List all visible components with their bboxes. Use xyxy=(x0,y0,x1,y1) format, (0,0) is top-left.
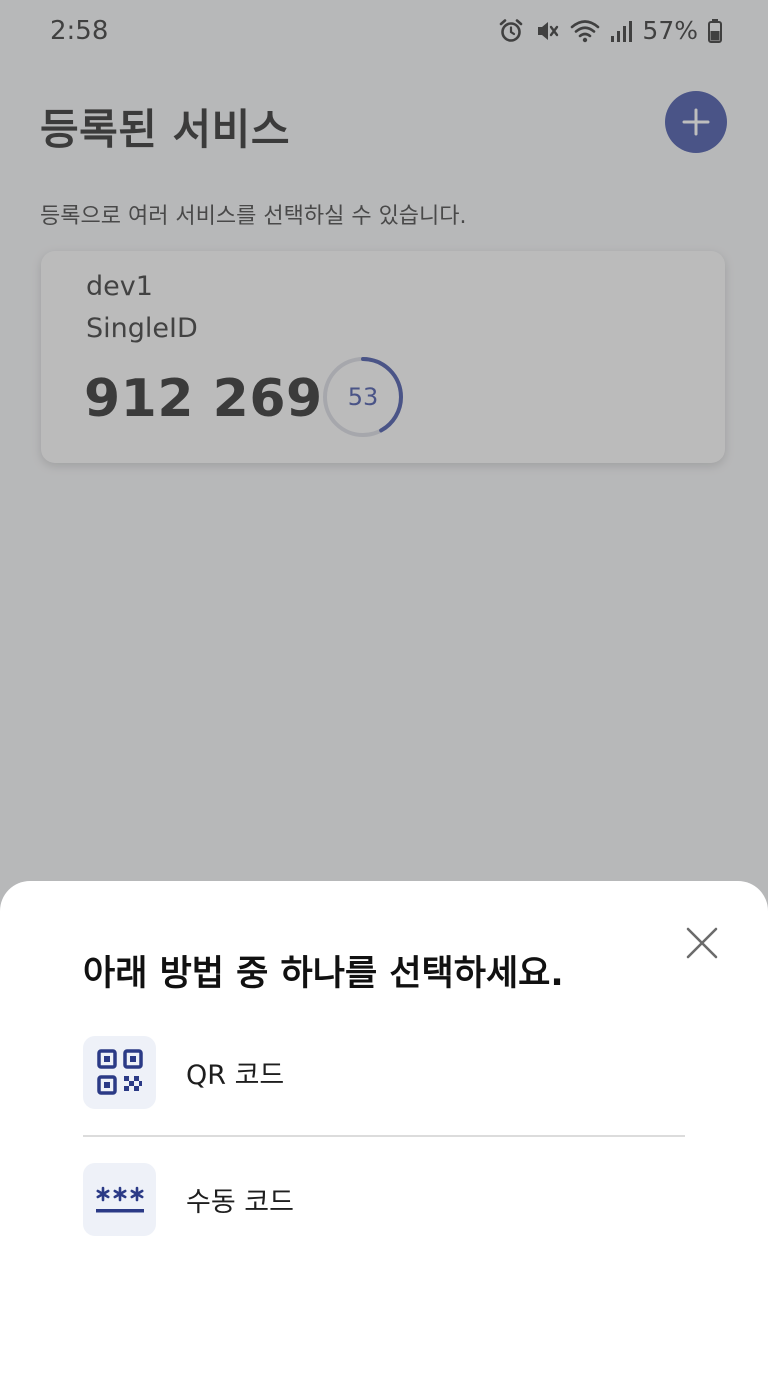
qr-code-icon-box xyxy=(83,1035,156,1109)
asterisk-code-icon xyxy=(95,1186,144,1213)
close-icon xyxy=(686,927,718,959)
option-manual-label: 수동 코드 xyxy=(186,1186,294,1218)
asterisk-code-icon-box xyxy=(83,1162,156,1236)
option-qr-code[interactable]: QR 코드 xyxy=(83,1035,685,1109)
qr-code-icon xyxy=(96,1049,143,1095)
bottom-sheet: 아래 방법 중 하나를 선택하세요. QR 코드 수동 코드 xyxy=(0,881,768,1376)
option-divider xyxy=(83,1135,685,1137)
option-qr-label: QR 코드 xyxy=(186,1059,285,1091)
option-manual-code[interactable]: 수동 코드 xyxy=(83,1162,685,1236)
sheet-title: 아래 방법 중 하나를 선택하세요. xyxy=(83,954,564,994)
close-button[interactable] xyxy=(680,921,724,965)
